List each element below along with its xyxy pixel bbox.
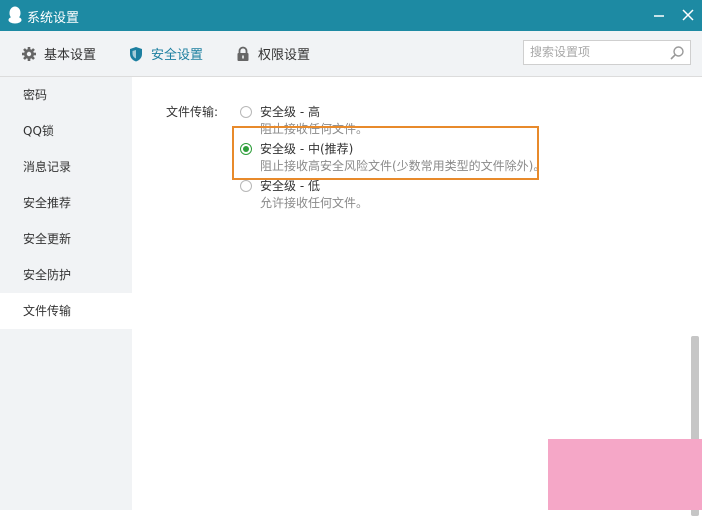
- tab-label: 基本设置: [44, 48, 97, 63]
- sidebar-item-qq-lock[interactable]: QQ锁: [0, 113, 132, 149]
- sidebar-item-security-update[interactable]: 安全更新: [0, 221, 132, 257]
- tab-label: 安全设置: [151, 48, 204, 63]
- shield-icon: [130, 46, 142, 61]
- tab-label: 权限设置: [258, 48, 311, 63]
- search-box[interactable]: [523, 40, 691, 65]
- highlight-box: [232, 126, 539, 180]
- radio-high[interactable]: [240, 106, 252, 118]
- option-description: 允许接收任何文件。: [260, 196, 369, 210]
- radio-low[interactable]: [240, 180, 252, 192]
- sidebar-item-security-protection[interactable]: 安全防护: [0, 257, 132, 293]
- decorative-overlay: [548, 439, 702, 510]
- sidebar-item-security-recommend[interactable]: 安全推荐: [0, 185, 132, 221]
- minimize-icon[interactable]: [652, 8, 666, 22]
- tab-basic-settings[interactable]: 基本设置: [21, 31, 96, 76]
- sidebar-item-file-transfer[interactable]: 文件传输: [0, 293, 132, 329]
- settings-toolbar: 基本设置 安全设置 权限设置: [0, 31, 702, 77]
- gear-icon: [22, 46, 36, 61]
- penguin-logo-icon: [8, 6, 22, 24]
- file-transfer-label: 文件传输:: [166, 105, 219, 119]
- lock-icon: [237, 46, 249, 61]
- tab-security-settings[interactable]: 安全设置: [128, 31, 203, 76]
- settings-sidebar: 密码 QQ锁 消息记录 安全推荐 安全更新 安全防护 文件传输: [0, 77, 132, 510]
- title-bar: 系统设置: [0, 0, 702, 31]
- sidebar-item-password[interactable]: 密码: [0, 77, 132, 113]
- close-icon[interactable]: [680, 7, 696, 23]
- search-input[interactable]: [530, 43, 670, 61]
- tab-permission-settings[interactable]: 权限设置: [235, 31, 310, 76]
- search-icon[interactable]: [669, 45, 685, 61]
- option-title: 安全级 - 高: [260, 105, 320, 119]
- window-title: 系统设置: [27, 11, 80, 26]
- sidebar-item-message-history[interactable]: 消息记录: [0, 149, 132, 185]
